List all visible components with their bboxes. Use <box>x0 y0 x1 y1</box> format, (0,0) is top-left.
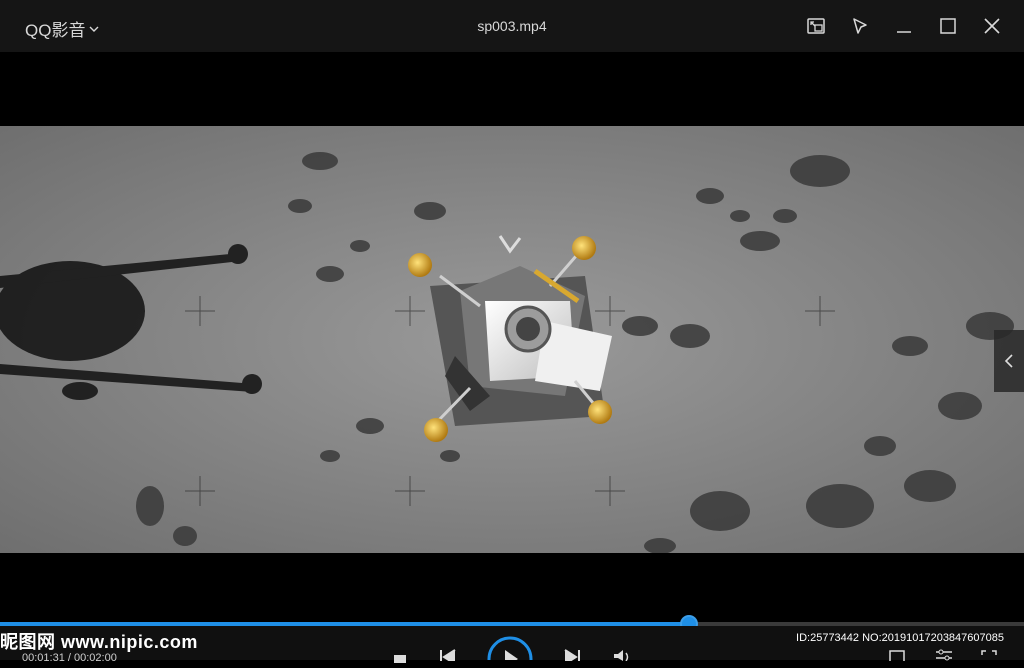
close-button[interactable] <box>974 10 1010 42</box>
play-icon <box>487 636 533 668</box>
volume-icon <box>614 650 629 662</box>
pin-icon <box>853 18 867 34</box>
chevron-down-icon <box>89 24 99 36</box>
file-title: sp003.mp4 <box>477 18 547 34</box>
previous-icon <box>440 649 456 665</box>
stop-icon <box>394 655 406 667</box>
title-bar: QQ影音 sp003.mp4 <box>0 0 1024 52</box>
side-panel-toggle[interactable] <box>994 330 1024 392</box>
close-icon <box>984 18 1000 34</box>
play-button[interactable] <box>486 635 534 668</box>
pin-button[interactable] <box>842 10 878 42</box>
settings-button[interactable] <box>934 648 954 666</box>
watermark-id: ID:25773442 NO:20191017203847607085 <box>796 632 1004 644</box>
next-button[interactable] <box>562 648 582 666</box>
screenshot-icon <box>889 650 905 664</box>
fullscreen-button[interactable] <box>980 648 998 666</box>
previous-button[interactable] <box>438 648 458 666</box>
maximize-icon <box>940 18 956 34</box>
settings-icon <box>936 649 952 661</box>
video-area[interactable] <box>0 52 1024 622</box>
video-image <box>0 126 1024 553</box>
fullscreen-icon <box>981 650 997 655</box>
volume-button[interactable] <box>612 648 632 666</box>
screenshot-button[interactable] <box>888 648 906 666</box>
minimize-icon <box>897 31 911 33</box>
mini-mode-icon <box>807 18 825 34</box>
app-name: QQ影音 <box>25 21 86 40</box>
watermark-site: 昵图网 www.nipic.com <box>0 632 198 652</box>
video-frame[interactable] <box>0 126 1024 553</box>
mini-mode-button[interactable] <box>798 10 834 42</box>
next-icon <box>564 649 580 665</box>
maximize-button[interactable] <box>930 10 966 42</box>
chevron-left-icon <box>1004 354 1013 368</box>
app-menu-button[interactable]: QQ影音 <box>25 16 99 41</box>
stop-button[interactable] <box>392 650 408 668</box>
minimize-button[interactable] <box>886 10 922 42</box>
